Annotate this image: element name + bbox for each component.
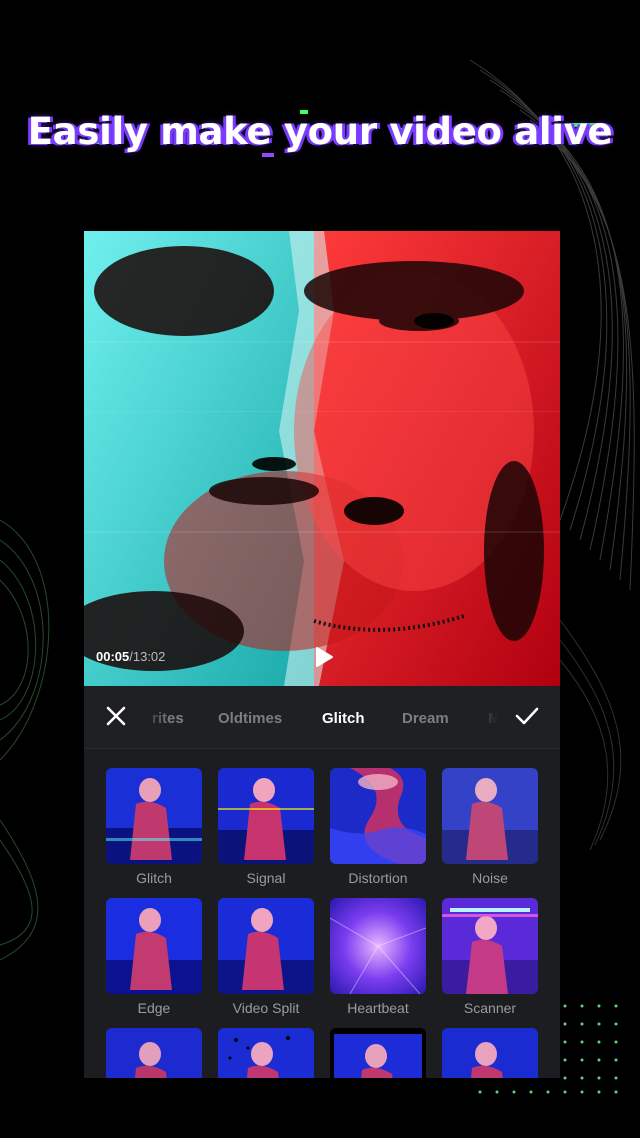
effect-label: Glitch <box>136 870 172 886</box>
effect-item[interactable] <box>442 1028 538 1078</box>
tabs-fade-left <box>140 686 170 748</box>
effect-edge[interactable]: Edge <box>106 898 202 1016</box>
effect-thumbnail <box>218 768 314 864</box>
tabs-fade-right <box>468 686 498 748</box>
tab-glitch[interactable]: Glitch <box>322 710 365 727</box>
effect-signal[interactable]: Signal <box>218 768 314 886</box>
effect-thumbnail <box>218 1028 314 1078</box>
effect-item[interactable] <box>218 1028 314 1078</box>
effect-heartbeat[interactable]: Heartbeat <box>330 898 426 1016</box>
effect-label: Signal <box>246 870 286 886</box>
effect-label: Noise <box>472 870 508 886</box>
tab-oldtimes[interactable]: Oldtimes <box>218 710 282 727</box>
effect-distortion[interactable]: Distortion <box>330 768 426 886</box>
glitch-portrait-image <box>84 231 560 686</box>
effect-glitch[interactable]: Glitch <box>106 768 202 886</box>
effect-thumbnail <box>330 1028 426 1078</box>
effect-label: Video Split <box>232 1000 300 1016</box>
effect-label: Scanner <box>463 1000 517 1016</box>
glitch-accent-bar <box>262 153 274 157</box>
effect-video-split[interactable]: Video Split <box>218 898 314 1016</box>
effect-item[interactable] <box>106 1028 202 1078</box>
effect-scanner[interactable]: Scanner <box>442 898 538 1016</box>
effect-label: Heartbeat <box>347 1000 409 1016</box>
effect-noise[interactable]: Noise <box>442 768 538 886</box>
effect-thumbnail <box>330 768 426 864</box>
effect-thumbnail <box>442 1028 538 1078</box>
category-tabs: rites Oldtimes Glitch Dream M <box>140 686 498 748</box>
effect-label: Edge <box>137 1000 171 1016</box>
play-icon[interactable] <box>314 646 334 668</box>
effects-panel: rites Oldtimes Glitch Dream M Glitch Sig… <box>84 686 560 1078</box>
playback-time: 00:05/13:02 <box>96 649 165 664</box>
effect-item[interactable] <box>330 1028 426 1078</box>
effect-thumbnail <box>106 898 202 994</box>
video-preview[interactable]: 00:05/13:02 <box>84 231 560 686</box>
effect-thumbnail <box>106 768 202 864</box>
page-headline: Easily make your video alive <box>27 110 613 153</box>
current-time: 00:05 <box>96 649 130 664</box>
effect-thumbnail <box>442 768 538 864</box>
total-time: /13:02 <box>129 649 166 664</box>
effect-thumbnail <box>330 898 426 994</box>
effect-label: Distortion <box>348 870 408 886</box>
effect-thumbnail <box>442 898 538 994</box>
close-icon[interactable] <box>104 704 128 728</box>
effect-thumbnail <box>218 898 314 994</box>
tab-dream[interactable]: Dream <box>402 710 449 727</box>
check-icon[interactable] <box>514 704 540 728</box>
effect-thumbnail <box>106 1028 202 1078</box>
effect-category-bar: rites Oldtimes Glitch Dream M <box>84 686 560 749</box>
